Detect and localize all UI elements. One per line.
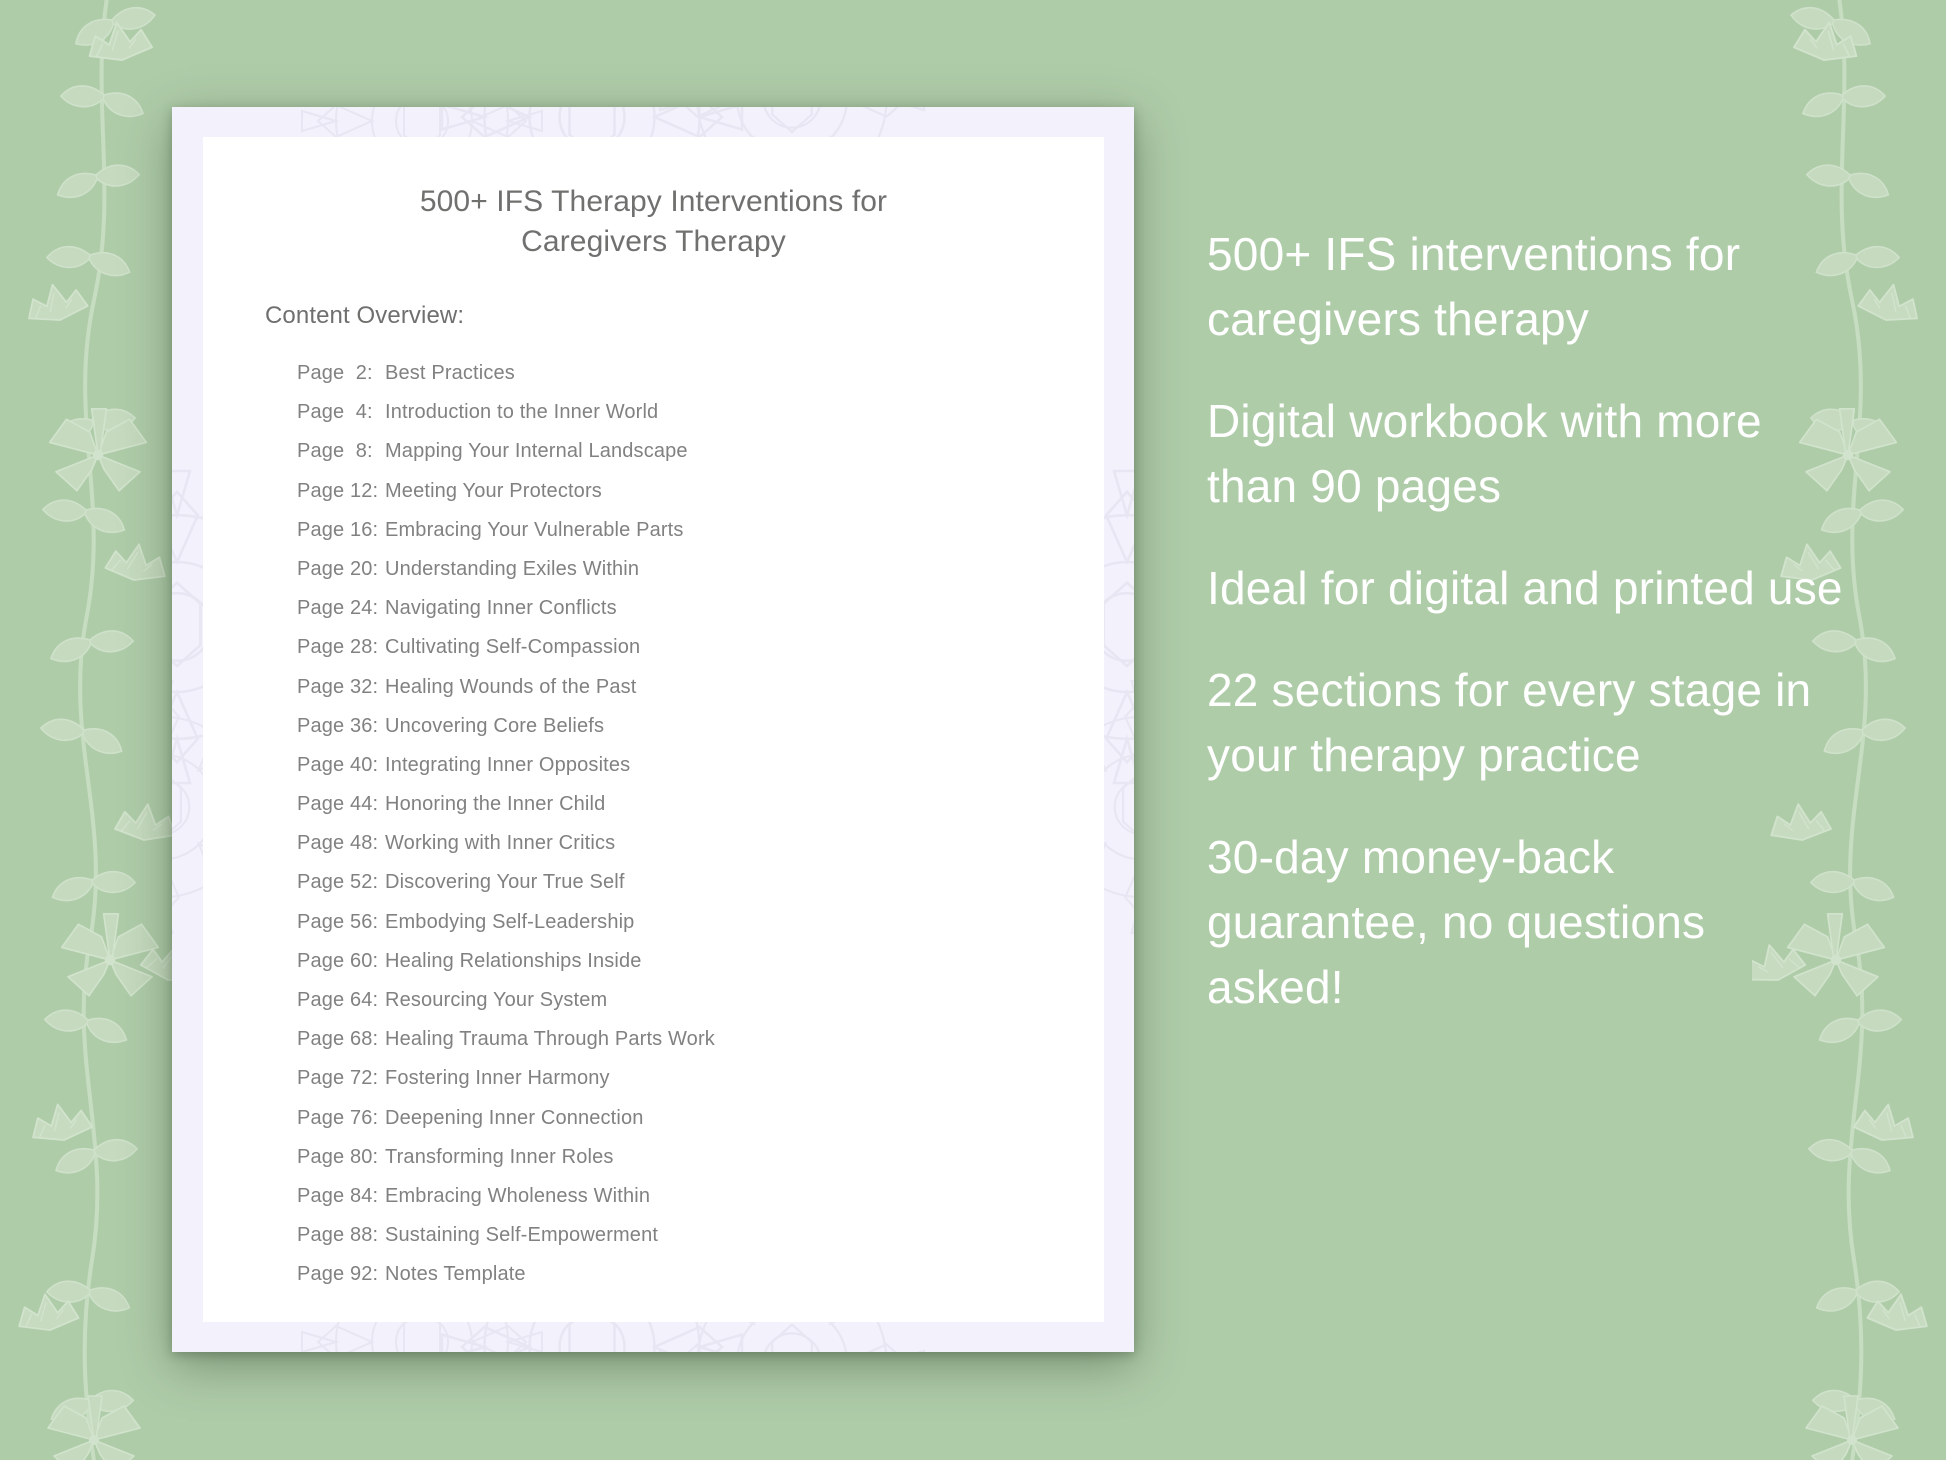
toc-page-number: Page 2: — [297, 362, 373, 384]
marketing-bullet-list: 500+ IFS interventions for caregivers th… — [1207, 222, 1847, 1020]
toc-row: Page 84: Embracing Wholeness Within — [297, 1185, 1077, 1224]
toc-section-title: Resourcing Your System — [385, 989, 608, 1011]
toc-page-number: Page 92: — [297, 1263, 379, 1286]
marketing-bullet: 30-day money-back guarantee, no question… — [1207, 831, 1706, 1013]
marketing-bullet: Ideal for digital and printed use — [1207, 562, 1843, 614]
toc-row: Page 12: Meeting Your Protectors — [297, 480, 1077, 519]
toc-row: Page 4: Introduction to the Inner World — [297, 401, 1077, 440]
toc-row: Page 52: Discovering Your True Self — [297, 871, 1077, 910]
table-of-contents-list: Page 2: Best Practices Page 4: Introduction… — [297, 362, 1077, 1303]
toc-section-title: Cultivating Self-Compassion — [385, 636, 641, 659]
toc-row: Page 60: Healing Relationships Inside — [297, 950, 1077, 989]
toc-page-number: Page 88: — [297, 1224, 379, 1247]
toc-page-number: Page 72: — [297, 1067, 379, 1090]
toc-row: Page 92: Notes Template — [297, 1263, 1077, 1302]
toc-page-number: Page 52: — [297, 871, 379, 894]
toc-row: Page 48: Working with Inner Critics — [297, 832, 1077, 871]
toc-row: Page 80: Transforming Inner Roles — [297, 1146, 1077, 1185]
toc-page-number: Page 20: — [297, 557, 379, 580]
content-overview-label: Content Overview: — [265, 302, 465, 329]
toc-row: Page 88: Sustaining Self-Empowerment — [297, 1224, 1077, 1263]
toc-page-number: Page 24: — [297, 597, 379, 620]
toc-section-title: Integrating Inner Opposites — [385, 753, 631, 776]
toc-section-title: Healing Relationships Inside — [385, 949, 642, 972]
toc-row: Page 28: Cultivating Self-Compassion — [297, 636, 1077, 675]
product-mockup-canvas: 500+ IFS Therapy Interventions for Careg… — [0, 0, 1946, 1460]
toc-section-title: Embodying Self-Leadership — [385, 910, 635, 933]
toc-section-title: Navigating Inner Conflicts — [385, 597, 617, 620]
toc-page-number: Page 56: — [297, 910, 379, 933]
toc-row: Page 36: Uncovering Core Beliefs — [297, 715, 1077, 754]
toc-row: Page 44: Honoring the Inner Child — [297, 793, 1077, 832]
toc-page-number: Page 36: — [297, 714, 379, 737]
toc-section-title: Introduction to the Inner World — [385, 401, 659, 424]
toc-page-number: Page 48: — [297, 832, 379, 855]
toc-page-number: Page 32: — [297, 675, 379, 698]
toc-row: Page 76: Deepening Inner Connection — [297, 1107, 1077, 1146]
toc-row: Page 8: Mapping Your Internal Landscape — [297, 440, 1077, 479]
toc-section-title: Discovering Your True Self — [385, 871, 625, 894]
toc-page-number: Page 84: — [297, 1184, 379, 1207]
toc-page-number: Page 60: — [297, 949, 379, 972]
toc-section-title: Transforming Inner Roles — [385, 1145, 614, 1168]
toc-section-title: Healing Wounds of the Past — [385, 675, 637, 698]
toc-row: Page 20: Understanding Exiles Within — [297, 558, 1077, 597]
toc-page-number: Page 76: — [297, 1106, 379, 1129]
toc-section-title: Understanding Exiles Within — [385, 557, 640, 580]
toc-row: Page 64: Resourcing Your System — [297, 989, 1077, 1028]
workbook-cover-card: 500+ IFS Therapy Interventions for Careg… — [172, 107, 1134, 1352]
toc-section-title: Mapping Your Internal Landscape — [385, 440, 688, 463]
toc-row: Page 2: Best Practices — [297, 362, 1077, 401]
toc-section-title: Embracing Your Vulnerable Parts — [385, 518, 684, 541]
toc-page-number: Page 40: — [297, 753, 379, 776]
toc-row: Page 68: Healing Trauma Through Parts Wor… — [297, 1028, 1077, 1067]
toc-row: Page 16: Embracing Your Vulnerable Parts — [297, 519, 1077, 558]
toc-page-number: Page 80: — [297, 1145, 379, 1168]
toc-row: Page 32: Healing Wounds of the Past — [297, 676, 1077, 715]
toc-section-title: Honoring the Inner Child — [385, 793, 606, 816]
toc-row: Page 24: Navigating Inner Conflicts — [297, 597, 1077, 636]
workbook-page-sheet: 500+ IFS Therapy Interventions for Careg… — [203, 137, 1104, 1322]
toc-section-title: Healing Trauma Through Parts Work — [385, 1028, 715, 1051]
toc-section-title: Sustaining Self-Empowerment — [385, 1224, 659, 1247]
toc-page-number: Page 12: — [297, 479, 379, 502]
toc-section-title: Embracing Wholeness Within — [385, 1184, 651, 1207]
page-title: 500+ IFS Therapy Interventions for Careg… — [419, 185, 888, 258]
toc-section-title: Fostering Inner Harmony — [385, 1067, 610, 1090]
toc-page-number: Page 68: — [297, 1028, 379, 1051]
toc-page-number: Page 4: — [297, 401, 373, 424]
toc-section-title: Notes Template — [385, 1263, 526, 1286]
toc-page-number: Page 28: — [297, 636, 379, 659]
floral-vine-left-icon — [14, 0, 194, 1460]
toc-page-number: Page 64: — [297, 989, 379, 1011]
toc-section-title: Best Practices — [385, 362, 515, 384]
toc-row: Page 40: Integrating Inner Opposites — [297, 754, 1077, 793]
toc-section-title: Deepening Inner Connection — [385, 1106, 644, 1129]
toc-row: Page 56: Embodying Self-Leadership — [297, 911, 1077, 950]
marketing-bullet: Digital workbook with more than 90 pages — [1207, 395, 1762, 512]
marketing-bullet: 22 sections for every stage in your ther… — [1207, 664, 1812, 781]
toc-page-number: Page 8: — [297, 440, 373, 463]
toc-section-title: Uncovering Core Beliefs — [385, 714, 605, 737]
toc-section-title: Working with Inner Critics — [385, 832, 616, 855]
toc-page-number: Page 16: — [297, 518, 379, 541]
toc-row: Page 72: Fostering Inner Harmony — [297, 1067, 1077, 1106]
toc-page-number: Page 44: — [297, 793, 379, 816]
toc-section-title: Meeting Your Protectors — [385, 479, 602, 502]
marketing-bullet: 500+ IFS interventions for caregivers th… — [1207, 228, 1741, 345]
